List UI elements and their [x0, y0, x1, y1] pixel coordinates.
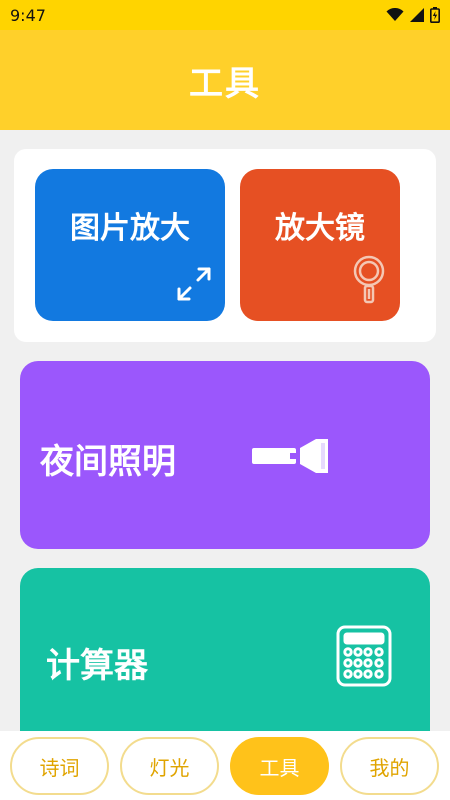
nav-tab-label: 我的: [369, 755, 410, 780]
status-time: 9:47: [10, 5, 46, 25]
calculator-label: 计算器: [46, 646, 148, 686]
flashlight-icon: [250, 435, 330, 481]
signal-icon: [410, 8, 424, 22]
status-icons: [386, 7, 440, 23]
battery-icon: [430, 7, 440, 23]
zoom-image-label: 图片放大: [70, 211, 190, 246]
nav-tab-mine[interactable]: 我的: [340, 737, 439, 795]
night-light-tile[interactable]: 夜间照明: [20, 361, 430, 549]
app-header: 工具: [0, 30, 450, 130]
nav-tab-poems[interactable]: 诗词: [10, 737, 109, 795]
magnifier-label: 放大镜: [275, 211, 365, 246]
night-light-label: 夜间照明: [40, 442, 176, 482]
nav-tab-label: 诗词: [39, 755, 80, 780]
nav-tab-label: 工具: [259, 755, 300, 780]
bottom-nav: 诗词 灯光 工具 我的: [0, 731, 450, 800]
nav-tab-light[interactable]: 灯光: [120, 737, 219, 795]
calculator-icon: [335, 624, 393, 692]
magnifier-tile[interactable]: 放大镜: [240, 169, 400, 321]
nav-tab-label: 灯光: [149, 755, 190, 780]
zoom-image-tile[interactable]: 图片放大: [35, 169, 225, 321]
page-title: 工具: [189, 63, 261, 104]
status-bar: 9:47: [0, 0, 450, 30]
wifi-icon: [386, 8, 404, 22]
expand-icon: [173, 263, 215, 309]
nav-tab-tools[interactable]: 工具: [230, 737, 329, 795]
magnifier-icon: [352, 255, 386, 309]
